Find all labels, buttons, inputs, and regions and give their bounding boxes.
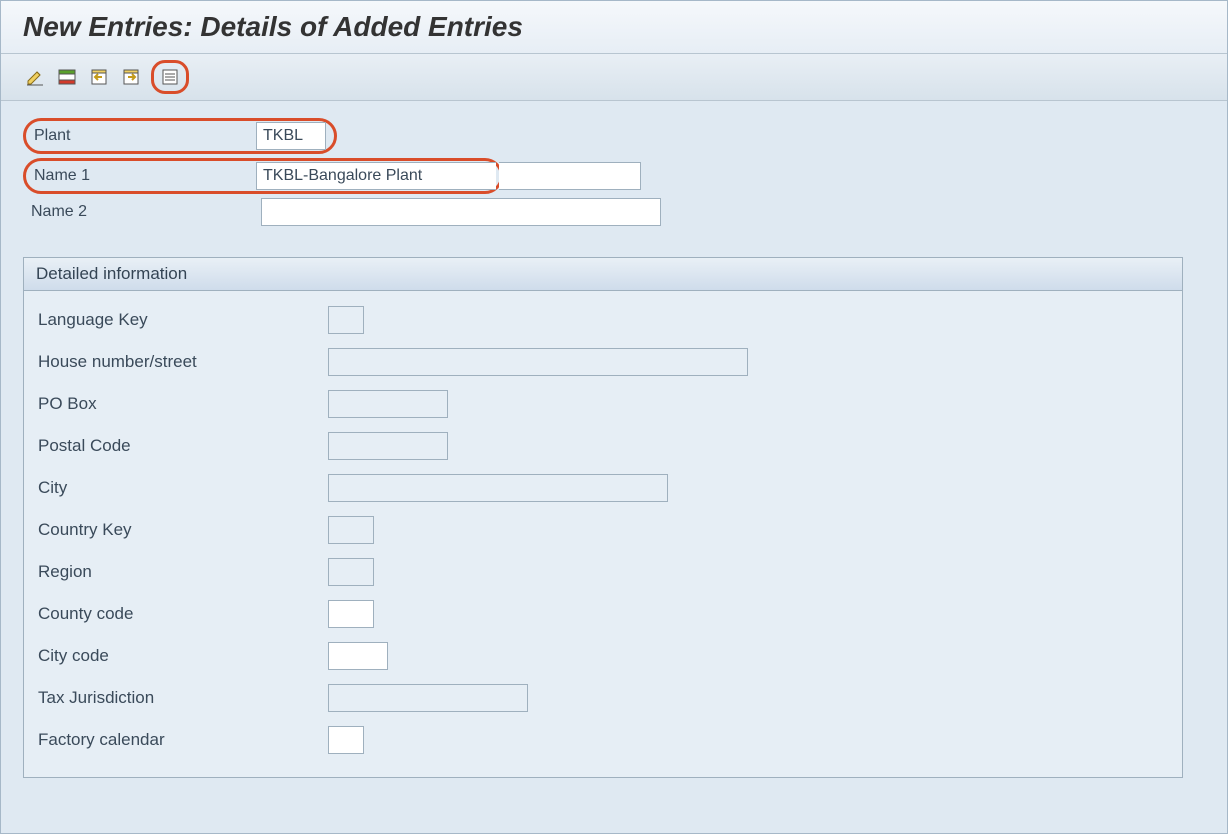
region-row: Region <box>38 553 1168 591</box>
delete-row-icon <box>57 67 77 87</box>
detailed-info-body: Language Key House number/street PO Box … <box>24 291 1182 777</box>
city-code-label: City code <box>38 646 328 666</box>
house-street-input[interactable] <box>328 348 748 376</box>
tax-jurisdiction-input[interactable] <box>328 684 528 712</box>
edit-button[interactable] <box>23 65 47 89</box>
region-input[interactable] <box>328 558 374 586</box>
postal-code-input[interactable] <box>328 432 448 460</box>
plant-label: Plant <box>26 127 256 145</box>
country-key-label: Country Key <box>38 520 328 540</box>
house-street-row: House number/street <box>38 343 1168 381</box>
factory-calendar-label: Factory calendar <box>38 730 328 750</box>
factory-calendar-input[interactable] <box>328 726 364 754</box>
edit-icon <box>25 67 45 87</box>
plant-input[interactable] <box>256 122 326 150</box>
country-key-row: Country Key <box>38 511 1168 549</box>
tax-jurisdiction-label: Tax Jurisdiction <box>38 688 328 708</box>
postal-code-row: Postal Code <box>38 427 1168 465</box>
county-code-input[interactable] <box>328 600 374 628</box>
name1-label: Name 1 <box>26 167 256 185</box>
next-entry-icon <box>121 67 141 87</box>
toolbar <box>1 54 1227 101</box>
name1-input[interactable] <box>256 162 496 190</box>
annotation-circle <box>151 60 189 94</box>
name1-input-ext[interactable] <box>499 162 641 190</box>
annotation-plant: Plant <box>23 118 337 154</box>
county-code-label: County code <box>38 604 328 624</box>
tax-jurisdiction-row: Tax Jurisdiction <box>38 679 1168 717</box>
city-code-row: City code <box>38 637 1168 675</box>
city-row: City <box>38 469 1168 507</box>
title-bar: New Entries: Details of Added Entries <box>1 1 1227 54</box>
country-key-input[interactable] <box>328 516 374 544</box>
annotation-name1: Name 1 <box>23 158 503 194</box>
po-box-row: PO Box <box>38 385 1168 423</box>
city-input[interactable] <box>328 474 668 502</box>
name2-input[interactable] <box>261 198 661 226</box>
next-entry-button[interactable] <box>119 65 143 89</box>
city-code-input[interactable] <box>328 642 388 670</box>
page-title: New Entries: Details of Added Entries <box>23 11 1205 43</box>
region-label: Region <box>38 562 328 582</box>
house-street-label: House number/street <box>38 352 328 372</box>
header-block: Plant Name 1 Name 2 <box>23 121 1215 227</box>
previous-entry-button[interactable] <box>87 65 111 89</box>
name2-row: Name 2 <box>23 197 1215 227</box>
detailed-info-title: Detailed information <box>24 258 1182 291</box>
plant-row: Plant <box>23 121 1215 151</box>
city-label: City <box>38 478 328 498</box>
language-key-row: Language Key <box>38 301 1168 339</box>
language-key-input[interactable] <box>328 306 364 334</box>
county-code-row: County code <box>38 595 1168 633</box>
table-view-button[interactable] <box>158 65 182 89</box>
app-window: New Entries: Details of Added Entries <box>0 0 1228 834</box>
name1-row: Name 1 <box>23 161 1215 191</box>
name2-label: Name 2 <box>23 203 261 221</box>
content-area: Plant Name 1 Name 2 Detailed information <box>1 101 1227 790</box>
detailed-info-group: Detailed information Language Key House … <box>23 257 1183 778</box>
previous-entry-icon <box>89 67 109 87</box>
language-key-label: Language Key <box>38 310 328 330</box>
po-box-label: PO Box <box>38 394 328 414</box>
table-view-icon <box>160 67 180 87</box>
delete-row-button[interactable] <box>55 65 79 89</box>
po-box-input[interactable] <box>328 390 448 418</box>
postal-code-label: Postal Code <box>38 436 328 456</box>
factory-calendar-row: Factory calendar <box>38 721 1168 759</box>
